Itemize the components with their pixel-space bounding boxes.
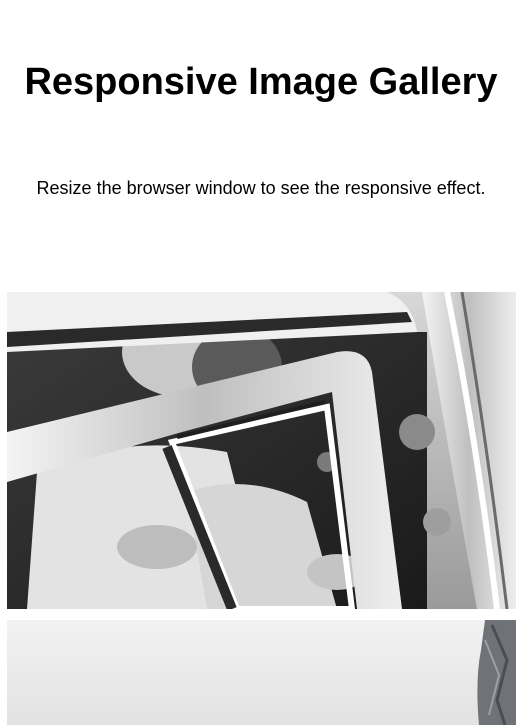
landscape-photo-icon [7, 620, 516, 725]
gallery-image-landscape[interactable] [7, 620, 516, 725]
page-subtitle: Resize the browser window to see the res… [36, 178, 486, 198]
wedding-photo-icon [7, 292, 516, 609]
page-title: Responsive Image Gallery [24, 61, 498, 103]
gallery-image-wedding[interactable] [7, 292, 516, 609]
page: Responsive Image Gallery Resize the brow… [0, 0, 522, 725]
